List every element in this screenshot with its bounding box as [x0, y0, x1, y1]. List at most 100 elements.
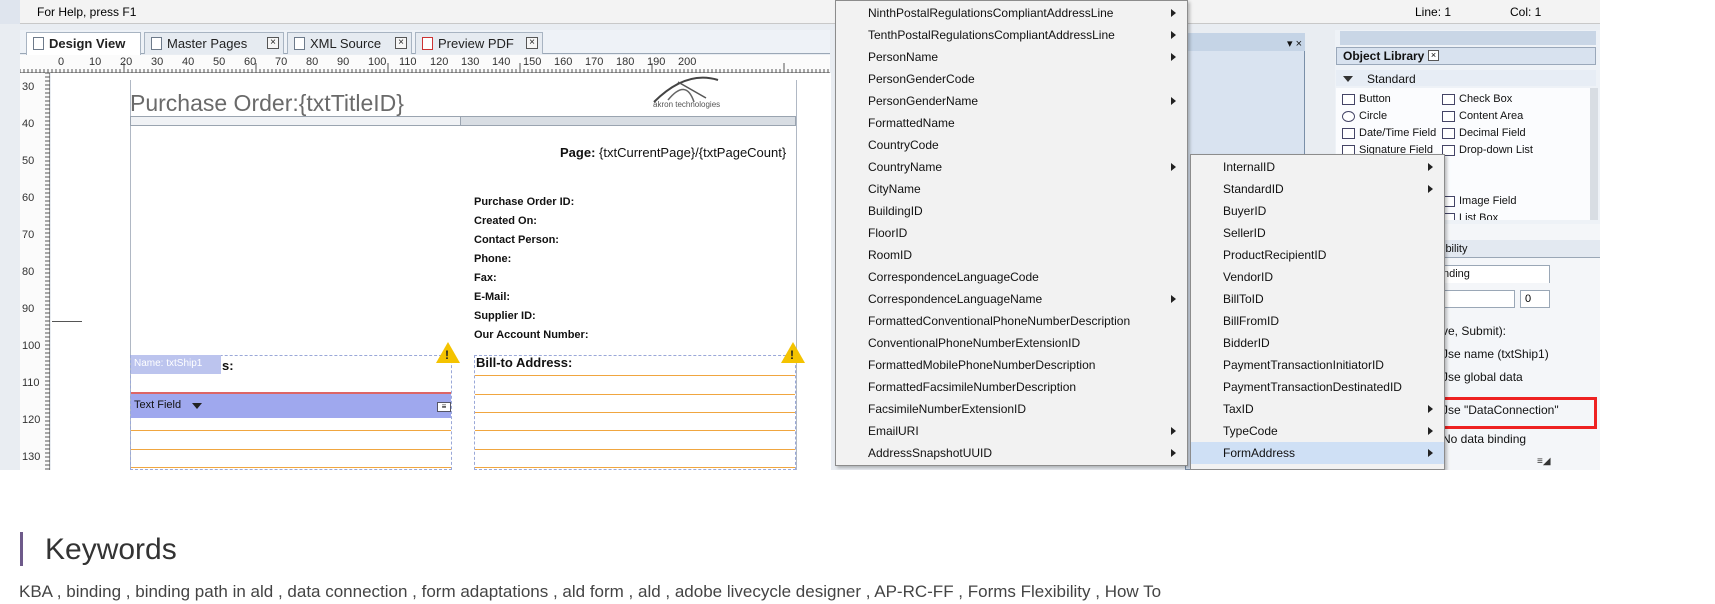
- binding-menu-item[interactable]: RoomID: [836, 244, 1187, 266]
- menu-item-label: BillFromID: [1223, 314, 1279, 328]
- selected-field-outline[interactable]: [131, 374, 451, 394]
- binding-menu-item[interactable]: PersonGenderCode: [836, 68, 1187, 90]
- close-icon[interactable]: ×: [526, 37, 538, 49]
- menu-item-label: FloorID: [868, 226, 908, 240]
- binding-menu-item[interactable]: FormattedConventionalPhoneNumberDescript…: [836, 310, 1187, 332]
- binding-menu-item[interactable]: PersonName: [836, 46, 1187, 68]
- binding-submenu-item[interactable]: TaxID: [1191, 398, 1444, 420]
- binding-menu-item[interactable]: CityName: [836, 178, 1187, 200]
- tab-xml-source[interactable]: XML Source ×: [287, 32, 412, 54]
- binding-submenu-item[interactable]: BillToID: [1191, 288, 1444, 310]
- page-icon: [151, 37, 162, 50]
- binding-submenu-item[interactable]: SellerID: [1191, 222, 1444, 244]
- bill-to-title[interactable]: Bill-to Address:: [476, 355, 572, 370]
- ol-item-datetime[interactable]: Date/Time Field: [1342, 127, 1436, 139]
- page-counter[interactable]: Page: {txtCurrentPage}/{txtPageCount}: [560, 145, 786, 160]
- binding-menu-item[interactable]: CorrespondenceLanguageName: [836, 288, 1187, 310]
- binding-menu-item[interactable]: FloorID: [836, 222, 1187, 244]
- ol-item-button[interactable]: Button: [1342, 93, 1391, 105]
- palette-strip: [1340, 31, 1596, 45]
- info-label-account-number[interactable]: Our Account Number:: [474, 329, 589, 341]
- binding-submenu-item[interactable]: ProductRecipientID: [1191, 244, 1444, 266]
- close-icon[interactable]: ×: [267, 37, 279, 49]
- binding-submenu-item[interactable]: StandardID: [1191, 178, 1444, 200]
- tab-design-view[interactable]: Design View: [26, 32, 141, 55]
- info-label-phone[interactable]: Phone:: [474, 253, 511, 265]
- info-label-email[interactable]: E-Mail:: [474, 291, 510, 303]
- info-label-created-on[interactable]: Created On:: [474, 215, 537, 227]
- binding-menu-item[interactable]: AddressSnapshotUUID: [836, 442, 1187, 464]
- binding-menu-item[interactable]: CountryName: [836, 156, 1187, 178]
- field-menu-icon[interactable]: ≡: [437, 402, 451, 412]
- ol-item-image-field[interactable]: Image Field: [1442, 195, 1516, 207]
- ol-item-checkbox[interactable]: Check Box: [1442, 93, 1512, 105]
- info-label-contact[interactable]: Contact Person:: [474, 234, 559, 246]
- ruler-label: 130: [461, 56, 480, 68]
- tab-label: Design View: [49, 36, 126, 51]
- menu-item-label: CorrespondenceLanguageName: [868, 292, 1043, 306]
- binding-submenu-item[interactable]: FormAddress: [1191, 442, 1444, 464]
- close-icon[interactable]: ▾ ×: [1287, 37, 1302, 50]
- binding-index-input[interactable]: 0: [1520, 290, 1550, 308]
- chevron-down-icon[interactable]: [1343, 76, 1353, 82]
- panel-menu-icon[interactable]: ≡◢: [1537, 456, 1551, 467]
- horizontal-ruler: 0 10 20 30 40 50 60 70 80 90 100 110 120 130 140 150 160…: [20, 55, 830, 73]
- ol-item-list-box[interactable]: List Box: [1442, 212, 1498, 220]
- page-icon: [33, 37, 44, 50]
- binding-submenu-item[interactable]: InternalID: [1191, 156, 1444, 178]
- info-label-supplier-id[interactable]: Supplier ID:: [474, 310, 536, 322]
- menu-item-label: VendorID: [1223, 270, 1274, 284]
- tab-master-pages[interactable]: Master Pages ×: [144, 32, 284, 54]
- binding-submenu-item[interactable]: PaymentTransactionDestinatedID: [1191, 376, 1444, 398]
- binding-submenu-item[interactable]: BuyerID: [1191, 200, 1444, 222]
- menu-item-label: FormattedConventionalPhoneNumberDescript…: [868, 314, 1131, 328]
- menu-item-label: AddressSnapshotUUID: [868, 446, 993, 460]
- close-icon[interactable]: ×: [1428, 50, 1439, 61]
- binding-submenu-item[interactable]: PaymentTransactionInitiatorID: [1191, 354, 1444, 376]
- ruler-label: 110: [22, 377, 40, 389]
- chevron-right-icon: [1428, 405, 1433, 413]
- tab-accessibility[interactable]: ibility: [1443, 243, 1467, 255]
- keywords-accent-bar: [20, 532, 23, 566]
- tab-binding[interactable]: nding: [1443, 268, 1470, 280]
- binding-menu-item[interactable]: NinthPostalRegulationsCompliantAddressLi…: [836, 2, 1187, 24]
- binding-name-input[interactable]: [1440, 290, 1515, 308]
- binding-menu-item[interactable]: BuildingID: [836, 200, 1187, 222]
- scrollbar[interactable]: [1590, 88, 1598, 220]
- binding-submenu-item[interactable]: VendorID: [1191, 266, 1444, 288]
- ol-item-signature[interactable]: Signature Field: [1342, 144, 1433, 154]
- binding-menu-item[interactable]: TenthPostalRegulationsCompliantAddressLi…: [836, 24, 1187, 46]
- binding-submenu: InternalID StandardID BuyerID SellerID Produ…: [1190, 154, 1445, 470]
- ruler-label: 140: [492, 56, 511, 68]
- binding-option-global[interactable]: Jse global data: [1442, 370, 1523, 384]
- binding-menu-item[interactable]: FormattedName: [836, 112, 1187, 134]
- binding-menu-item[interactable]: FormattedMobilePhoneNumberDescription: [836, 354, 1187, 376]
- menu-item-label: PersonGenderName: [868, 94, 979, 108]
- binding-submenu-item[interactable]: TypeCode: [1191, 420, 1444, 442]
- binding-menu-item[interactable]: FacsimileNumberExtensionID: [836, 398, 1187, 420]
- binding-menu-item[interactable]: EmailURI: [836, 420, 1187, 442]
- binding-submenu-item[interactable]: BidderID: [1191, 332, 1444, 354]
- ruler-label: 120: [22, 414, 41, 426]
- ol-item-circle[interactable]: Circle: [1342, 110, 1387, 122]
- binding-submenu-item[interactable]: BillFromID: [1191, 310, 1444, 332]
- binding-menu-item[interactable]: PersonGenderName: [836, 90, 1187, 112]
- binding-menu-item[interactable]: ConventionalPhoneNumberExtensionID: [836, 332, 1187, 354]
- form-title[interactable]: Purchase Order:{txtTitleID}: [130, 90, 404, 117]
- binding-menu-item[interactable]: CountryCode: [836, 134, 1187, 156]
- help-text: For Help, press F1: [37, 5, 137, 19]
- ol-item-dropdown[interactable]: Drop-down List: [1442, 144, 1533, 156]
- chevron-down-icon[interactable]: [192, 403, 202, 409]
- binding-menu-item[interactable]: CorrespondenceLanguageCode: [836, 266, 1187, 288]
- binding-option-normal[interactable]: Jse name (txtShip1): [1442, 347, 1549, 361]
- tab-preview-pdf[interactable]: Preview PDF ×: [415, 32, 543, 54]
- binding-option-none[interactable]: No data binding: [1442, 432, 1526, 446]
- info-label-po-id[interactable]: Purchase Order ID:: [474, 196, 574, 208]
- ol-item-content-area[interactable]: Content Area: [1442, 110, 1523, 122]
- ol-item-decimal[interactable]: Decimal Field: [1442, 127, 1526, 139]
- bill-line: [475, 394, 795, 395]
- close-icon[interactable]: ×: [395, 37, 407, 49]
- info-label-fax[interactable]: Fax:: [474, 272, 497, 284]
- object-library-title[interactable]: Object Library: [1343, 49, 1424, 63]
- binding-menu-item[interactable]: FormattedFacsimileNumberDescription: [836, 376, 1187, 398]
